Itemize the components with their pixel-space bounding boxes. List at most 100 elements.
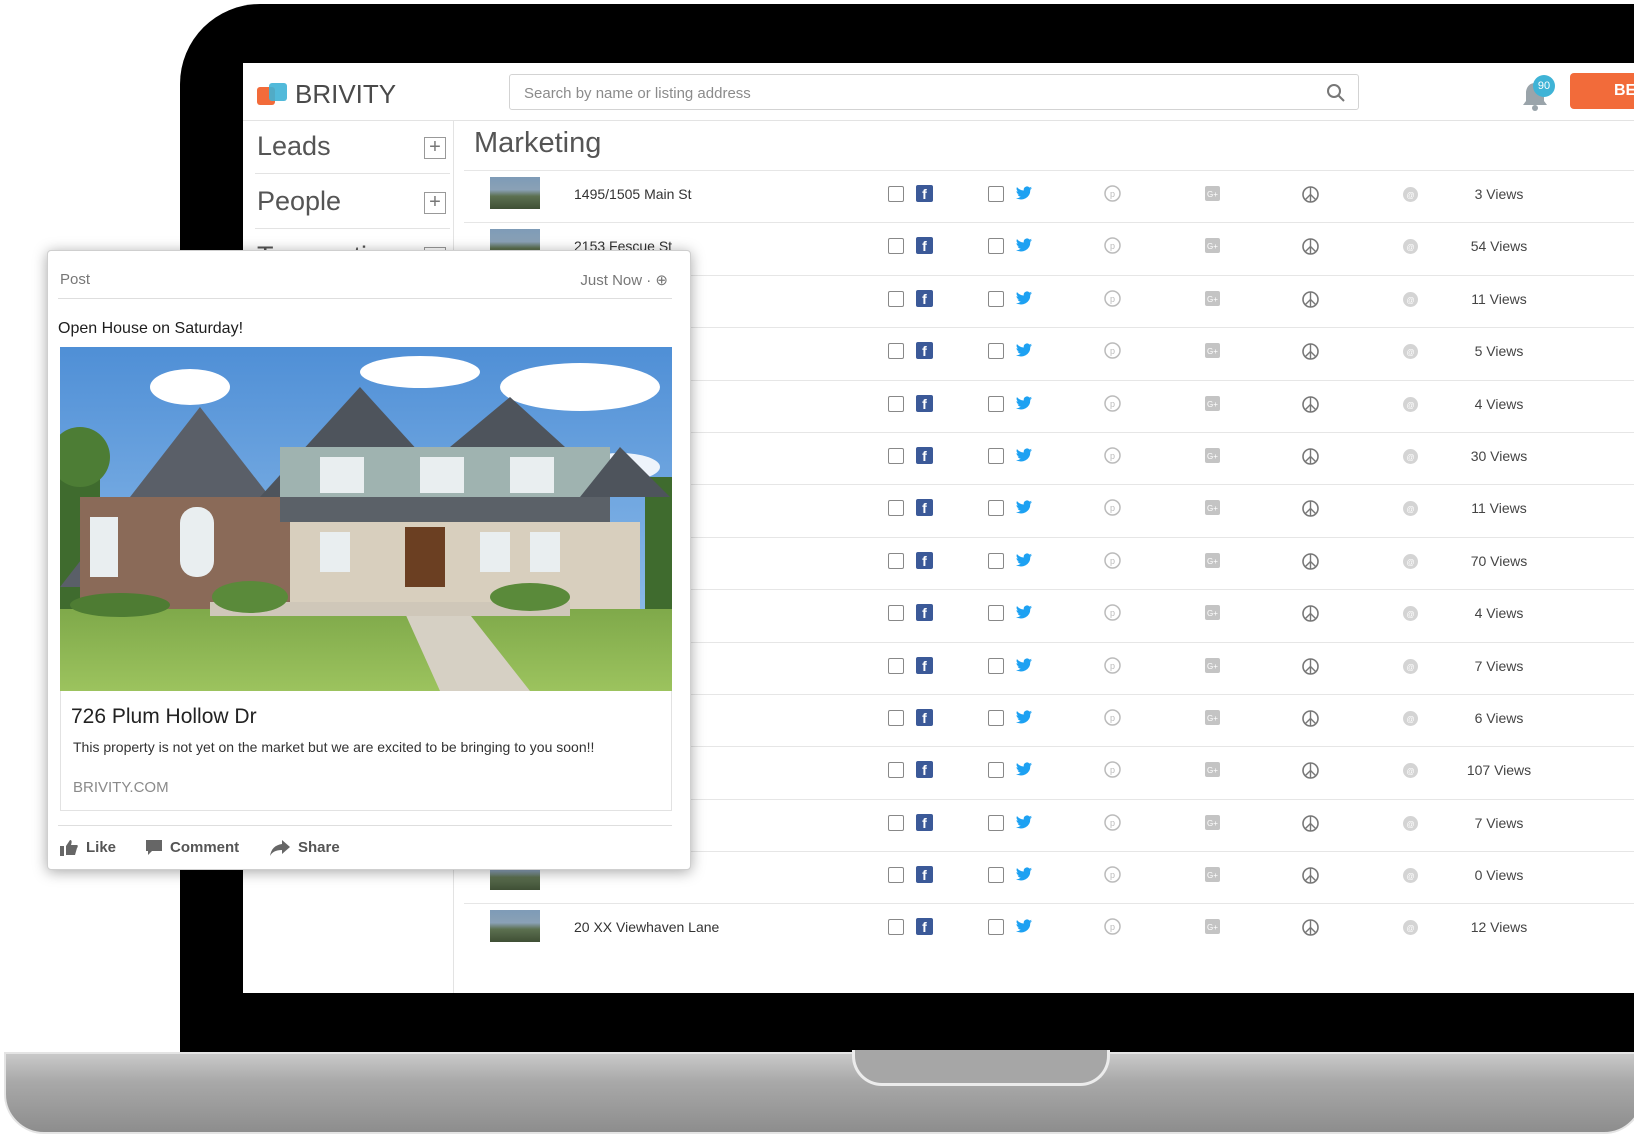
google-plus-icon[interactable]: G+ [1204, 395, 1221, 412]
house-photo[interactable] [60, 347, 672, 691]
facebook-checkbox[interactable] [888, 395, 904, 412]
twitter-checkbox[interactable] [988, 290, 1004, 307]
facebook-checkbox[interactable] [888, 762, 904, 779]
sidebar-item-people[interactable]: People + [255, 176, 450, 229]
twitter-checkbox[interactable] [988, 395, 1004, 412]
pinterest-icon[interactable]: p [1104, 656, 1121, 674]
twitter-checkbox[interactable] [988, 709, 1004, 726]
google-plus-icon[interactable]: G+ [1204, 342, 1221, 359]
pinterest-icon[interactable]: p [1104, 918, 1121, 936]
listing-thumbnail[interactable] [490, 910, 540, 943]
email-icon[interactable]: @ [1402, 448, 1419, 465]
peace-sign-icon[interactable] [1302, 710, 1319, 727]
search-input[interactable] [522, 82, 1286, 104]
facebook-checkbox[interactable] [888, 919, 904, 936]
peace-sign-icon[interactable] [1302, 552, 1319, 570]
pinterest-icon[interactable]: p [1104, 866, 1121, 883]
google-plus-icon[interactable]: G+ [1204, 709, 1221, 726]
google-plus-icon[interactable]: G+ [1204, 290, 1221, 307]
facebook-checkbox[interactable] [888, 447, 904, 464]
pinterest-icon[interactable]: p [1104, 551, 1121, 569]
like-button[interactable]: Like [60, 839, 116, 856]
peace-sign-icon[interactable] [1302, 290, 1319, 308]
pinterest-icon[interactable]: p [1104, 237, 1121, 255]
link-preview-card[interactable]: 726 Plum Hollow Dr This property is not … [60, 691, 672, 811]
email-icon[interactable]: @ [1402, 762, 1419, 779]
pinterest-icon[interactable]: p [1104, 813, 1121, 831]
listing-link[interactable]: BRIVITY.COM [73, 779, 169, 796]
google-plus-icon[interactable]: G+ [1204, 604, 1221, 621]
twitter-checkbox[interactable] [988, 605, 1004, 622]
twitter-checkbox[interactable] [988, 814, 1004, 831]
search-icon[interactable] [1326, 83, 1346, 103]
peace-sign-icon[interactable] [1302, 605, 1319, 622]
twitter-checkbox[interactable] [988, 186, 1004, 202]
user-menu-button[interactable]: BEN [1570, 73, 1634, 109]
pinterest-icon[interactable]: p [1104, 499, 1121, 517]
sidebar-item-leads[interactable]: Leads + [255, 121, 450, 174]
search-box[interactable] [509, 74, 1359, 110]
pinterest-icon[interactable]: p [1104, 709, 1121, 726]
peace-sign-icon[interactable] [1302, 186, 1319, 203]
facebook-checkbox[interactable] [888, 238, 904, 255]
peace-sign-icon[interactable] [1302, 919, 1319, 937]
email-icon[interactable]: @ [1402, 396, 1419, 413]
google-plus-icon[interactable]: G+ [1204, 761, 1221, 778]
pinterest-icon[interactable]: p [1104, 290, 1121, 307]
email-icon[interactable]: @ [1402, 919, 1419, 936]
twitter-checkbox[interactable] [988, 552, 1004, 569]
facebook-checkbox[interactable] [888, 657, 904, 674]
peace-sign-icon[interactable] [1302, 762, 1319, 780]
google-plus-icon[interactable]: G+ [1204, 447, 1221, 464]
peace-sign-icon[interactable] [1302, 657, 1319, 675]
google-plus-icon[interactable]: G+ [1204, 499, 1221, 516]
google-plus-icon[interactable]: G+ [1204, 552, 1221, 569]
google-plus-icon[interactable]: G+ [1204, 918, 1221, 935]
email-icon[interactable]: @ [1402, 658, 1419, 675]
pinterest-icon[interactable]: p [1104, 604, 1121, 621]
twitter-checkbox[interactable] [988, 867, 1004, 884]
email-icon[interactable]: @ [1402, 343, 1419, 360]
pinterest-icon[interactable]: p [1104, 185, 1121, 202]
facebook-checkbox[interactable] [888, 343, 904, 360]
email-icon[interactable]: @ [1402, 500, 1419, 517]
peace-sign-icon[interactable] [1302, 238, 1319, 256]
email-icon[interactable]: @ [1402, 553, 1419, 570]
email-icon[interactable]: @ [1402, 710, 1419, 727]
twitter-checkbox[interactable] [988, 919, 1004, 936]
logo[interactable]: BRIVITY [257, 79, 396, 110]
twitter-checkbox[interactable] [988, 447, 1004, 464]
peace-sign-icon[interactable] [1302, 867, 1319, 884]
email-icon[interactable]: @ [1402, 291, 1419, 308]
twitter-checkbox[interactable] [988, 657, 1004, 674]
add-lead-button[interactable]: + [424, 137, 446, 159]
listing-address[interactable]: 1495/1505 Main St [574, 186, 692, 202]
facebook-checkbox[interactable] [888, 500, 904, 517]
listing-thumbnail[interactable] [490, 177, 540, 209]
facebook-checkbox[interactable] [888, 814, 904, 831]
facebook-checkbox[interactable] [888, 605, 904, 622]
google-plus-icon[interactable]: G+ [1204, 657, 1221, 674]
share-button[interactable]: Share [270, 839, 340, 856]
twitter-checkbox[interactable] [988, 500, 1004, 517]
facebook-checkbox[interactable] [888, 186, 904, 202]
peace-sign-icon[interactable] [1302, 343, 1319, 360]
google-plus-icon[interactable]: G+ [1204, 237, 1221, 254]
peace-sign-icon[interactable] [1302, 448, 1319, 465]
twitter-checkbox[interactable] [988, 343, 1004, 360]
pinterest-icon[interactable]: p [1104, 761, 1121, 779]
peace-sign-icon[interactable] [1302, 814, 1319, 832]
peace-sign-icon[interactable] [1302, 395, 1319, 413]
google-plus-icon[interactable]: G+ [1204, 814, 1221, 831]
pinterest-icon[interactable]: p [1104, 342, 1121, 359]
twitter-checkbox[interactable] [988, 238, 1004, 255]
twitter-checkbox[interactable] [988, 762, 1004, 779]
email-icon[interactable]: @ [1402, 815, 1419, 832]
facebook-checkbox[interactable] [888, 709, 904, 726]
email-icon[interactable]: @ [1402, 605, 1419, 622]
pinterest-icon[interactable]: p [1104, 394, 1121, 412]
listing-address[interactable]: 20 XX Viewhaven Lane [574, 919, 719, 935]
facebook-checkbox[interactable] [888, 290, 904, 307]
peace-sign-icon[interactable] [1302, 500, 1319, 518]
facebook-checkbox[interactable] [888, 552, 904, 569]
